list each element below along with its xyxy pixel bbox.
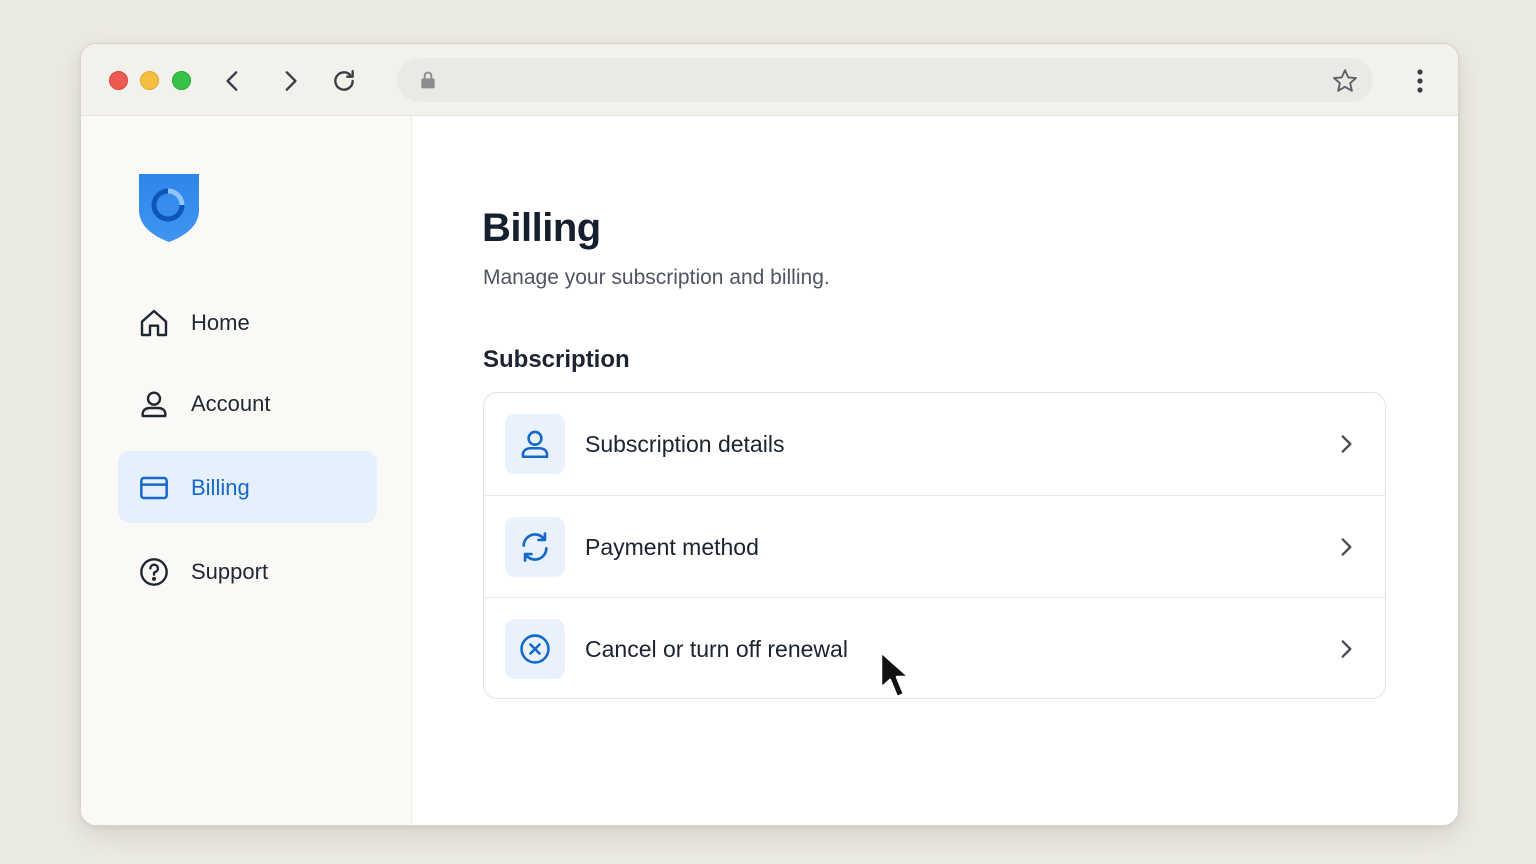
- back-button[interactable]: [218, 66, 248, 96]
- chevron-right-icon: [1341, 435, 1352, 453]
- chevron-right-icon: [1341, 538, 1352, 556]
- row-label: Cancel or turn off renewal: [585, 636, 848, 662]
- reload-icon: [334, 70, 354, 91]
- forward-button[interactable]: [275, 66, 305, 96]
- row-icon-box: [505, 517, 565, 577]
- sidebar-item-label: Home: [191, 310, 250, 335]
- credit-card-icon: [140, 476, 168, 500]
- sidebar-item-label: Account: [191, 391, 271, 416]
- sidebar-item-billing[interactable]: Billing: [118, 451, 377, 523]
- row-icon-box: [505, 414, 565, 474]
- payment-method-row[interactable]: Payment method: [484, 495, 1385, 597]
- sidebar-item-label: Support: [191, 559, 269, 584]
- row-label: Payment method: [585, 534, 759, 560]
- chevron-left-icon: [226, 71, 238, 91]
- lock-icon: [421, 71, 435, 89]
- chevron-right-icon: [1341, 640, 1352, 658]
- refresh-icon: [522, 532, 548, 562]
- browser-toolbar: [81, 44, 1458, 116]
- sidebar: Home Account Billing Support: [81, 116, 412, 825]
- reload-button[interactable]: [329, 66, 359, 96]
- minimize-window-button[interactable]: [140, 71, 159, 90]
- mouse-cursor-icon: [879, 650, 911, 699]
- address-bar[interactable]: [397, 58, 1373, 102]
- sidebar-item-home[interactable]: Home: [118, 286, 377, 358]
- row-label: Subscription details: [585, 431, 785, 457]
- home-icon: [140, 309, 168, 337]
- main-content: Billing Manage your subscription and bil…: [413, 116, 1458, 825]
- user-icon: [141, 391, 167, 418]
- sidebar-item-label: Billing: [191, 475, 250, 500]
- close-window-button[interactable]: [109, 71, 128, 90]
- user-icon: [521, 430, 549, 459]
- subscription-card: Subscription details Payment method Canc…: [483, 392, 1386, 699]
- chevron-right-icon: [285, 71, 297, 91]
- page-subtitle: Manage your subscription and billing.: [483, 266, 830, 289]
- help-circle-icon: [140, 558, 168, 586]
- sidebar-item-account[interactable]: Account: [118, 367, 377, 439]
- sidebar-item-support[interactable]: Support: [118, 535, 377, 607]
- x-circle-icon: [520, 634, 550, 664]
- star-icon[interactable]: [1331, 67, 1359, 95]
- cancel-renewal-row[interactable]: Cancel or turn off renewal: [484, 597, 1385, 698]
- section-title: Subscription: [483, 346, 630, 373]
- maximize-window-button[interactable]: [172, 71, 191, 90]
- subscription-details-row[interactable]: Subscription details: [484, 393, 1385, 495]
- shield-logo: [139, 174, 199, 242]
- page-title: Billing: [482, 206, 601, 250]
- browser-window: Home Account Billing Support Billing Man…: [80, 43, 1459, 826]
- kebab-menu-icon[interactable]: [1407, 66, 1433, 96]
- row-icon-box: [505, 619, 565, 679]
